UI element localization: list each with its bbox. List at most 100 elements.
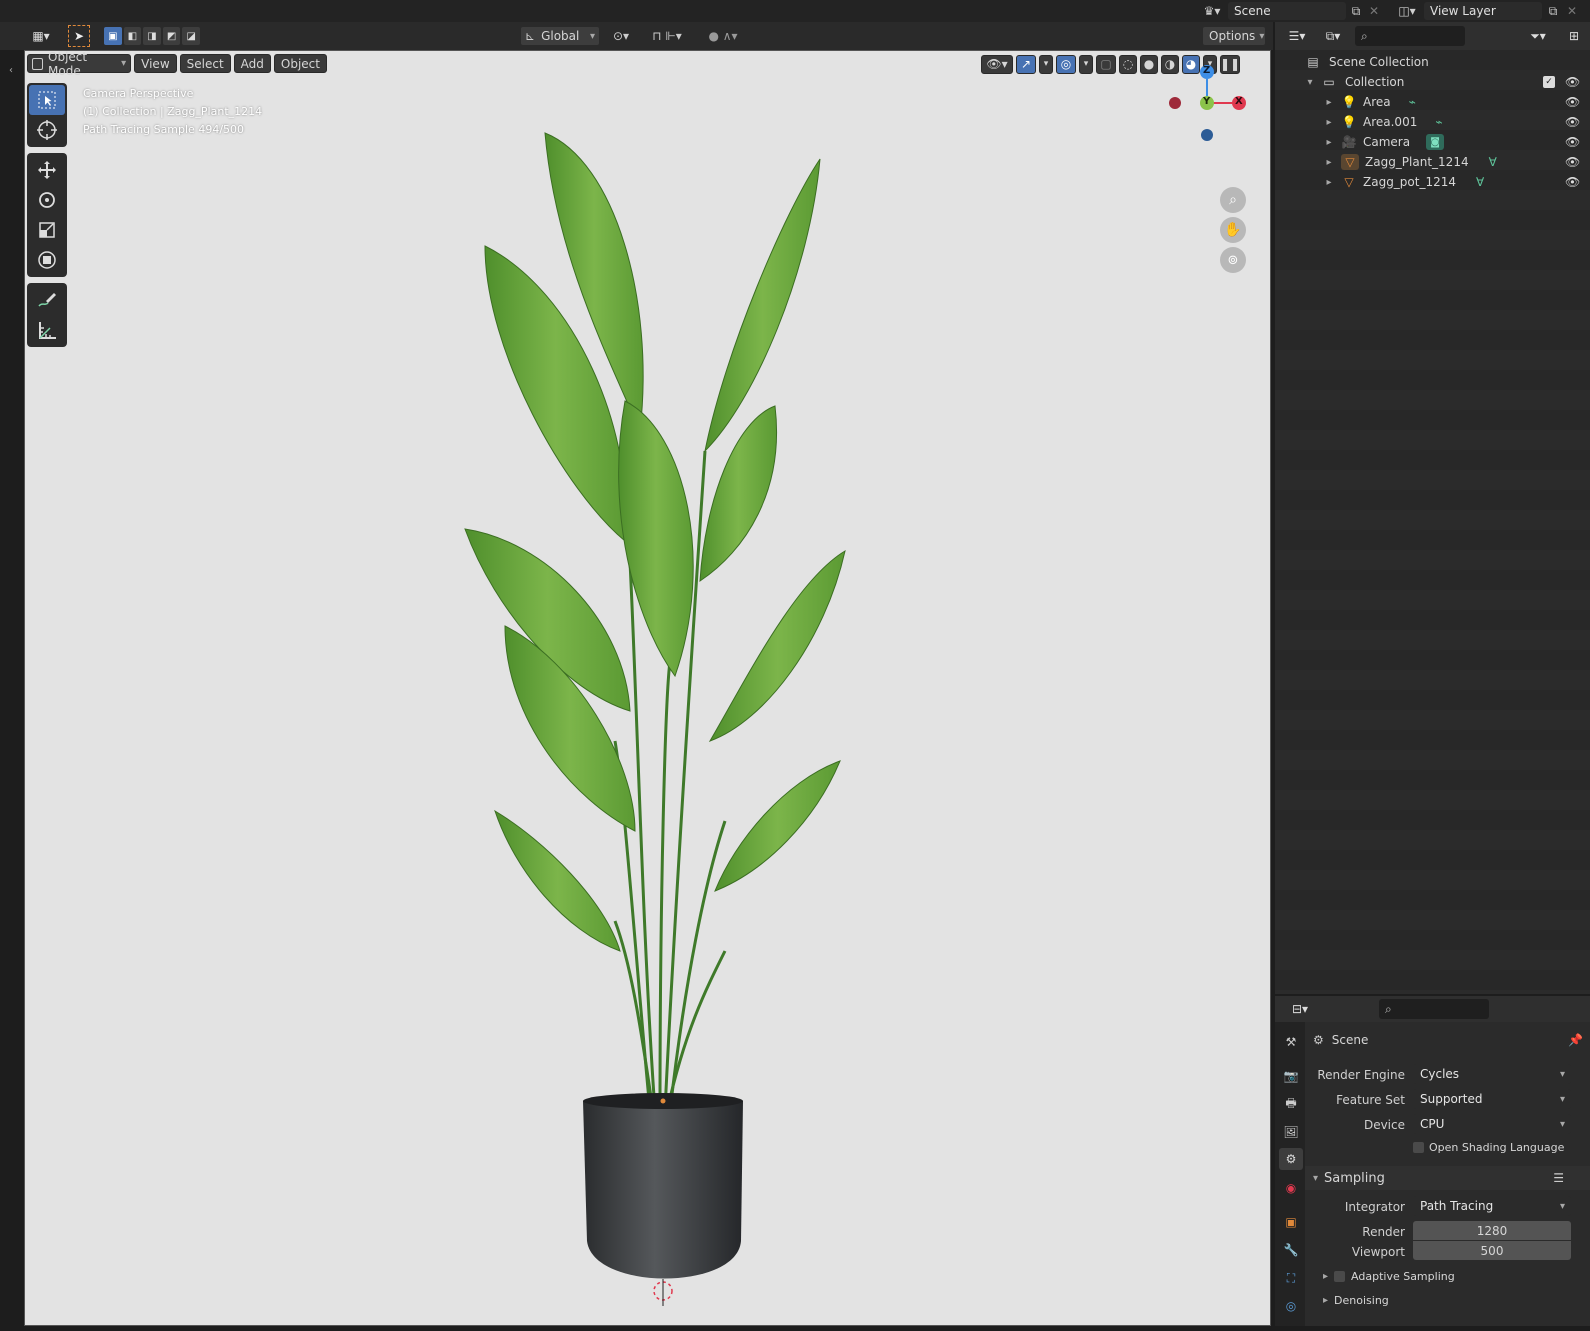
menu-select[interactable]: Select — [179, 54, 231, 73]
expand-arrow-icon[interactable]: ▸ — [1323, 137, 1335, 148]
xray-icon[interactable]: ▢ — [1096, 54, 1116, 74]
outliner-item-zagg-pot[interactable]: ▸ ▽ Zagg_pot_1214 ∀ 👁 — [1275, 172, 1590, 192]
camera-view-icon[interactable]: ⊚ — [1220, 247, 1246, 273]
gizmo-menu-icon[interactable]: ▾ — [1039, 54, 1053, 74]
osl-row[interactable]: Open Shading Language — [1413, 1138, 1583, 1156]
visibility-eye-icon[interactable]: 👁 — [1565, 115, 1580, 129]
delete-scene-icon[interactable]: ✕ — [1366, 3, 1382, 19]
new-scene-icon[interactable]: ⧉ — [1348, 3, 1364, 19]
view-layer-selector-icon[interactable]: ◫▾ — [1394, 3, 1420, 19]
properties-search-input[interactable]: ⌕ — [1379, 999, 1489, 1019]
scene-name-field[interactable]: Scene — [1228, 2, 1346, 20]
proportional-edit-icon[interactable]: ● ∧▾ — [700, 26, 746, 46]
pin-icon[interactable]: 📌 — [1568, 1033, 1583, 1047]
scene-tab-icon[interactable]: ⚙ — [1279, 1148, 1303, 1170]
viewport-samples-field[interactable]: 500 — [1413, 1241, 1571, 1260]
visibility-icon[interactable]: 👁▾ — [981, 54, 1013, 74]
physics-tab-icon[interactable]: ◎ — [1281, 1296, 1301, 1316]
scale-tool-icon[interactable] — [29, 215, 65, 245]
select-box-tool-icon[interactable] — [29, 85, 65, 115]
snap-icon[interactable]: ⊓ ⊩▾ — [642, 26, 692, 46]
select-tool-icon[interactable]: ➤ — [68, 25, 90, 47]
expand-arrow-icon[interactable]: ▸ — [1323, 157, 1335, 168]
select-subtract-icon[interactable]: ◨ — [143, 27, 161, 45]
outliner-item-area-001[interactable]: ▸ 💡 Area.001 ⌁ 👁 — [1275, 112, 1590, 132]
move-tool-icon[interactable] — [29, 155, 65, 185]
visibility-eye-icon[interactable]: 👁 — [1565, 155, 1580, 169]
render-engine-dropdown[interactable]: Cycles ▾ — [1413, 1064, 1571, 1084]
editor-type-icon[interactable]: ▦▾ — [26, 26, 56, 46]
delete-view-layer-icon[interactable]: ✕ — [1564, 3, 1580, 19]
select-invert-icon[interactable]: ◩ — [162, 27, 181, 45]
outliner-editor-type-icon[interactable]: ☰▾ — [1283, 27, 1311, 45]
select-new-icon[interactable]: ▣ — [104, 27, 122, 45]
tool-header: ▦▾ ➤ ▣ ◧ ◨ ◩ ◪ ⊾ Global ▾ ⊙▾ ⊓ ⊩▾ ● ∧▾ O… — [0, 22, 1273, 50]
particles-tab-icon[interactable]: ⛶ — [1281, 1268, 1301, 1288]
select-extend-icon[interactable]: ◧ — [123, 27, 142, 45]
wireframe-shading-icon[interactable]: ◌ — [1119, 54, 1137, 74]
new-view-layer-icon[interactable]: ⧉ — [1545, 3, 1561, 19]
adaptive-sampling-subpanel[interactable]: ▸ Adaptive Sampling — [1323, 1266, 1583, 1286]
gizmo-toggle-icon[interactable]: ↗ — [1016, 54, 1036, 74]
zoom-icon[interactable]: ⌕ — [1220, 187, 1246, 213]
sampling-panel-header[interactable]: ▾ Sampling ☰ — [1305, 1166, 1590, 1190]
pan-hand-icon[interactable]: ✋ — [1220, 217, 1246, 243]
integrator-dropdown[interactable]: Path Tracing ▾ — [1413, 1196, 1571, 1216]
cursor-tool-icon[interactable] — [29, 115, 65, 145]
tool-tab-icon[interactable]: ⚒ — [1281, 1032, 1301, 1052]
toolbar-toggle-icon[interactable]: ‹ — [3, 62, 19, 78]
properties-editor-type-icon[interactable]: ⊟▾ — [1285, 1000, 1315, 1018]
render-samples-field[interactable]: 1280 — [1413, 1221, 1571, 1240]
overlays-toggle-icon[interactable]: ◎ — [1056, 54, 1076, 74]
pivot-point-icon[interactable]: ⊙▾ — [606, 26, 636, 46]
world-tab-icon[interactable]: ◉ — [1281, 1178, 1301, 1198]
visibility-eye-icon[interactable]: 👁 — [1565, 95, 1580, 109]
navigation-gizmo[interactable]: Z X Y — [1165, 61, 1255, 181]
view-layer-tab-icon[interactable]: 🖼 — [1281, 1122, 1301, 1142]
view-layer-field[interactable]: View Layer — [1424, 2, 1542, 20]
output-tab-icon[interactable]: 🖶 — [1281, 1094, 1301, 1114]
viewport-3d[interactable]: Object Mode ▾ View Select Add Object 👁▾ … — [24, 50, 1271, 1326]
solid-shading-icon[interactable]: ● — [1140, 54, 1158, 74]
denoising-subpanel[interactable]: ▸ Denoising — [1323, 1290, 1583, 1310]
feature-set-dropdown[interactable]: Supported ▾ — [1413, 1089, 1571, 1109]
adaptive-checkbox[interactable] — [1334, 1270, 1346, 1282]
collection-row[interactable]: ▾ ▭ Collection ✓ 👁 — [1275, 72, 1590, 92]
mode-dropdown[interactable]: Object Mode ▾ — [27, 50, 132, 78]
transform-tool-icon[interactable] — [29, 245, 65, 275]
device-dropdown[interactable]: CPU ▾ — [1413, 1114, 1571, 1134]
osl-checkbox[interactable] — [1413, 1141, 1424, 1153]
outliner-item-camera[interactable]: ▸ 🎥 Camera ◙ 👁 — [1275, 132, 1590, 152]
scene-collection-row[interactable]: ▤ Scene Collection — [1275, 52, 1590, 72]
scene-selector-icon[interactable]: ♛▾ — [1198, 3, 1226, 19]
overlays-menu-icon[interactable]: ▾ — [1079, 54, 1093, 74]
visibility-eye-icon[interactable]: 👁 — [1565, 135, 1580, 149]
rotate-tool-icon[interactable] — [29, 185, 65, 215]
object-tab-icon[interactable]: ▣ — [1281, 1212, 1301, 1232]
render-tab-icon[interactable]: 📷 — [1281, 1066, 1301, 1086]
menu-object[interactable]: Object — [273, 54, 327, 73]
expand-arrow-icon[interactable]: ▸ — [1323, 117, 1335, 128]
outliner-search-input[interactable]: ⌕ — [1355, 26, 1465, 46]
menu-add[interactable]: Add — [233, 54, 271, 73]
display-mode-icon[interactable]: ⧉▾ — [1319, 27, 1347, 45]
filter-icon[interactable]: ⏷▾ — [1523, 27, 1553, 45]
outliner-item-zagg-plant[interactable]: ▸ ▽ Zagg_Plant_1214 ∀ 👁 — [1275, 152, 1590, 172]
collection-checkbox-icon[interactable]: ✓ — [1543, 76, 1555, 88]
menu-view[interactable]: View — [134, 54, 177, 73]
expand-arrow-icon[interactable]: ▾ — [1303, 77, 1317, 88]
transform-orientation-dropdown[interactable]: ⊾ Global ▾ — [520, 26, 600, 46]
select-intersect-icon[interactable]: ◪ — [182, 27, 200, 45]
outliner-item-area[interactable]: ▸ 💡 Area ⌁ 👁 — [1275, 92, 1590, 112]
annotate-tool-icon[interactable] — [29, 285, 65, 315]
expand-arrow-icon[interactable]: ▸ — [1323, 177, 1335, 188]
collection-visibility-icon[interactable]: 👁 — [1565, 75, 1580, 89]
modifier-tab-icon[interactable]: 🔧 — [1281, 1240, 1301, 1260]
options-button[interactable]: Options ▾ — [1202, 26, 1266, 46]
presets-list-icon[interactable]: ☰ — [1553, 1171, 1564, 1185]
expand-arrow-icon[interactable]: ▸ — [1323, 97, 1335, 108]
visibility-eye-icon[interactable]: 👁 — [1565, 175, 1580, 189]
measure-tool-icon[interactable] — [29, 315, 65, 345]
new-collection-icon[interactable]: ⊞ — [1565, 27, 1583, 45]
viewport-samples-value: 500 — [1480, 1243, 1504, 1258]
